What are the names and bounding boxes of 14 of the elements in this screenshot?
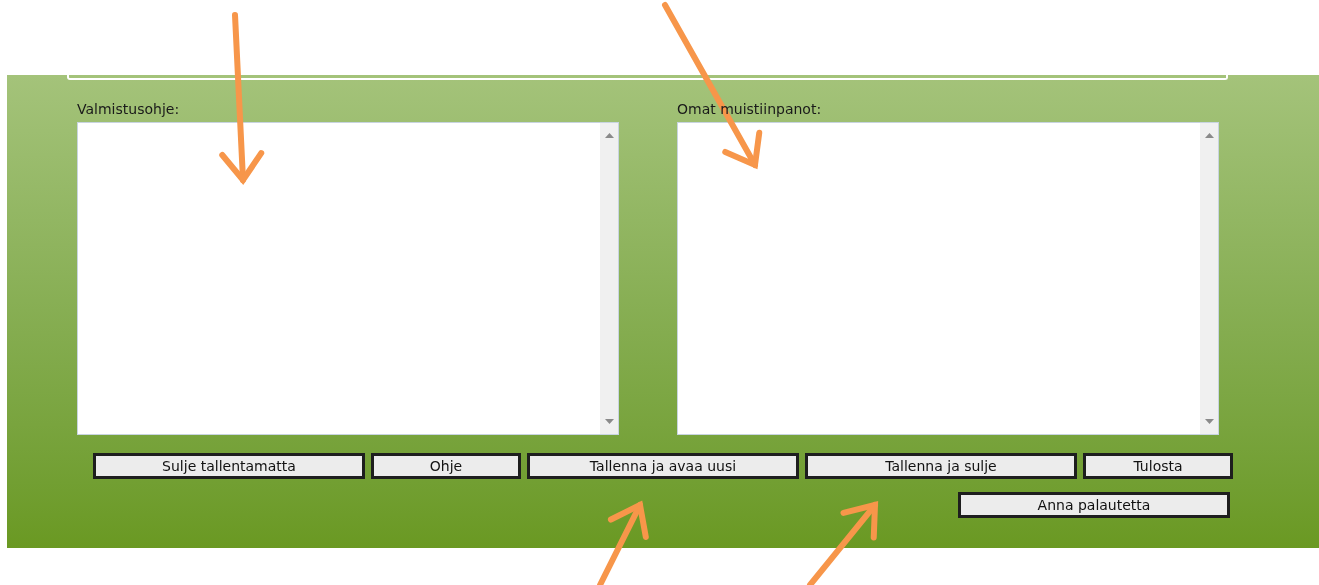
action-button[interactable]: Tallenna ja avaa uusi [527,453,799,479]
action-button[interactable]: Anna palautetta [958,492,1230,518]
scrollbar[interactable] [1200,123,1218,434]
field-label: Omat muistiinpanot: [677,100,822,118]
action-button[interactable]: Ohje [371,453,521,479]
field-label: Valmistusohje: [77,100,180,118]
action-button[interactable]: Tallenna ja sulje [805,453,1077,479]
action-button[interactable]: Sulje tallentamatta [93,453,365,479]
scroll-up-icon[interactable] [1204,133,1214,138]
scrollbar[interactable] [600,123,618,434]
scroll-up-icon[interactable] [604,133,614,138]
scroll-down-icon[interactable] [604,419,614,424]
scroll-down-icon[interactable] [1204,419,1214,424]
action-button[interactable]: Tulosta [1083,453,1233,479]
